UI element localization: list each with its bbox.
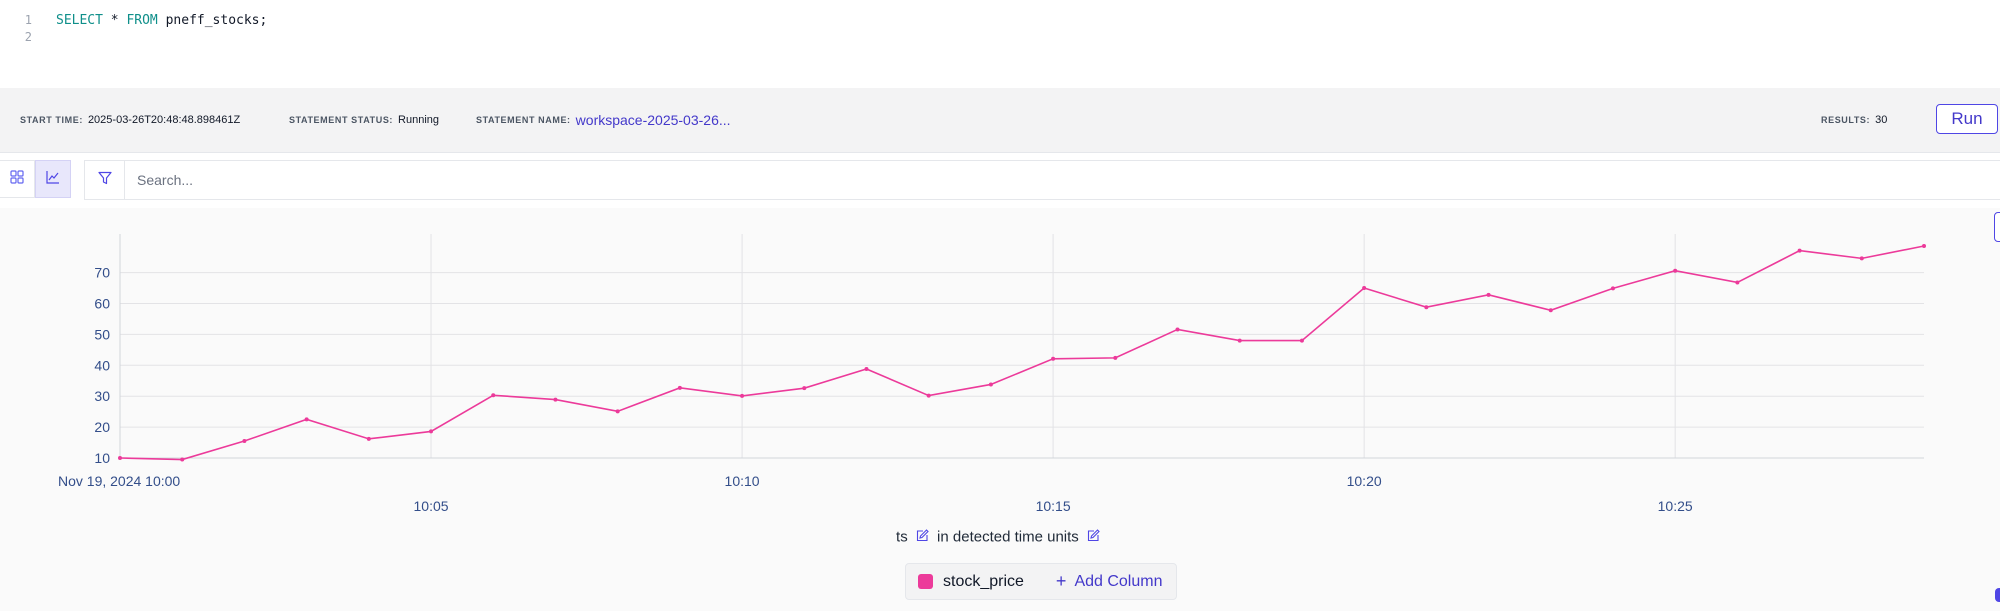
x-tick-label: 10:20 (1347, 473, 1382, 489)
results-value: 30 (1875, 114, 1888, 126)
side-panel-tab[interactable] (1994, 212, 2000, 242)
data-point (988, 382, 993, 387)
data-point (1362, 286, 1367, 291)
data-point (429, 429, 434, 434)
x-axis-caption: ts in detected time units (0, 528, 2000, 546)
series-color-swatch[interactable] (918, 574, 933, 589)
data-point (615, 409, 620, 414)
data-point (1051, 356, 1056, 361)
chart-icon (46, 170, 60, 189)
statement-name-label: STATEMENT NAME: (476, 115, 571, 125)
chart-panel: 10 20 30 40 50 60 70 Nov 19, 2024 10:00 10:05 10:… (0, 208, 2000, 611)
x-axis-units: in detected time units (937, 528, 1079, 546)
data-point (491, 393, 496, 398)
edit-icon[interactable] (916, 528, 929, 546)
data-point (802, 386, 807, 391)
grid-icon (10, 169, 24, 189)
y-tick-label: 10 (94, 450, 110, 466)
chart-axes (119, 234, 1924, 459)
x-tick-label: 10:15 (1036, 498, 1071, 514)
data-point (1797, 248, 1802, 253)
data-point (1735, 280, 1740, 285)
statement-name: STATEMENT NAME: workspace-2025-03-26... (476, 88, 731, 152)
data-point (1113, 355, 1118, 360)
data-point (1299, 338, 1304, 343)
data-point (1486, 292, 1491, 297)
data-point (1175, 327, 1180, 332)
x-tick-label: 10:10 (725, 473, 760, 489)
data-point (1673, 268, 1678, 273)
data-point (740, 393, 745, 398)
line-number: 2 (24, 30, 32, 44)
y-tick-label: 60 (94, 295, 110, 311)
statement-status-value: Running (398, 114, 440, 126)
sql-editor[interactable]: 1 SELECT * FROM pneff_stocks; 2 (0, 0, 2000, 88)
y-tick-label: 70 (94, 265, 110, 281)
x-axis-field: ts (896, 528, 908, 546)
y-tick-label: 20 (94, 419, 110, 435)
data-point (926, 393, 931, 398)
chart-gridlines (119, 234, 1924, 459)
results-label: RESULTS: (1821, 115, 1871, 125)
results-count: RESULTS: 30 (1821, 88, 1887, 152)
data-point (1610, 286, 1615, 291)
chart-tick-labels: 10 20 30 40 50 60 70 Nov 19, 2024 10:00 10:05 10:… (58, 265, 1693, 514)
data-point (1237, 338, 1242, 343)
code-line: 1 SELECT * FROM pneff_stocks; (0, 10, 268, 30)
sql-token: pneff_stocks; (157, 12, 268, 28)
add-column-button[interactable]: + Add Column (1056, 571, 1163, 592)
data-point (1922, 244, 1926, 248)
filter-icon (97, 171, 112, 190)
data-point (1859, 256, 1864, 261)
y-tick-label: 50 (94, 326, 110, 342)
start-time: START TIME: 2025-03-26T20:48:48.898461Z (20, 88, 240, 152)
x-tick-label: 10:25 (1658, 498, 1693, 514)
legend-series-label: stock_price (943, 572, 1024, 590)
data-point (118, 456, 122, 460)
sql-keyword: SELECT (56, 12, 103, 28)
line-number: 1 (24, 13, 32, 27)
statement-status-label: STATEMENT STATUS: (289, 115, 394, 125)
edit-icon[interactable] (1087, 528, 1100, 546)
data-point (553, 397, 558, 402)
plus-icon: + (1055, 571, 1067, 591)
data-point (1548, 308, 1553, 313)
chart-view-button[interactable] (35, 160, 71, 198)
x-tick-label: Nov 19, 2024 10:00 (58, 473, 180, 489)
table-view-button[interactable] (0, 160, 35, 198)
code-text: SELECT * FROM pneff_stocks; (56, 13, 267, 28)
start-time-label: START TIME: (20, 115, 83, 125)
data-point (242, 439, 247, 444)
sql-token: * (102, 12, 127, 28)
statement-name-link[interactable]: workspace-2025-03-26... (576, 112, 731, 128)
data-point (304, 417, 309, 422)
y-tick-label: 30 (94, 388, 110, 404)
line-chart: 10 20 30 40 50 60 70 Nov 19, 2024 10:00 10:05 10:… (58, 234, 1926, 514)
data-point (864, 366, 869, 371)
search-input[interactable] (124, 160, 2000, 200)
start-time-value: 2025-03-26T20:48:48.898461Z (87, 114, 241, 126)
code-line: 2 (0, 27, 32, 47)
statement-status-bar: START TIME: 2025-03-26T20:48:48.898461Z … (0, 88, 2000, 153)
results-toolbar (0, 160, 2000, 200)
data-point (180, 457, 185, 462)
data-point (1424, 305, 1429, 310)
x-tick-label: 10:05 (414, 498, 449, 514)
filter-button[interactable] (84, 160, 124, 200)
data-point (366, 436, 371, 441)
y-tick-label: 40 (94, 357, 110, 373)
sql-keyword: FROM (126, 12, 158, 28)
data-point (677, 385, 682, 390)
side-panel-handle[interactable] (1995, 588, 2000, 602)
add-column-label: Add Column (1074, 572, 1163, 590)
chart-legend: stock_price + Add Column (905, 563, 1177, 600)
run-button[interactable]: Run (1936, 104, 1998, 134)
statement-status: STATEMENT STATUS: Running (289, 88, 439, 152)
